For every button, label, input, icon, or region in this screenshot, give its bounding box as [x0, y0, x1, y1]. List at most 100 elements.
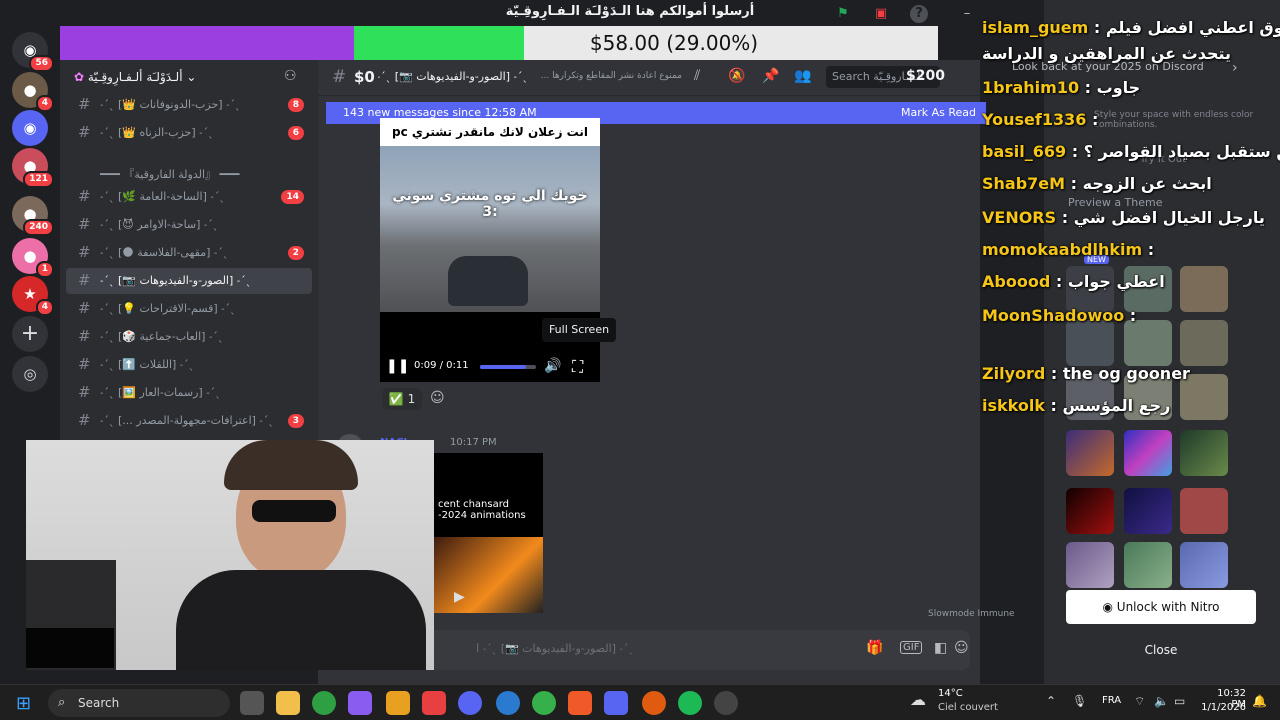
- guild-name[interactable]: ✿ ألـدَوْلـَة ألـفـارِوقِـيّة ⌄: [74, 70, 274, 84]
- file-explorer-icon[interactable]: [276, 691, 300, 715]
- channel-item[interactable]: # ˎˊ˗ [الساحة-العامة 🌿] ˎˊ˗ 14: [66, 184, 312, 210]
- channel-item[interactable]: # ˎˊ˗ [مقهى-الفلاسفة 🌑] ˎˊ˗ 2: [66, 240, 312, 266]
- chat-username[interactable]: islam_guem: [982, 18, 1088, 37]
- gift-icon[interactable]: 🎁: [866, 640, 883, 656]
- add-member-icon[interactable]: ⚇: [284, 68, 297, 84]
- chat-username[interactable]: Zilyord: [982, 364, 1045, 383]
- add-reaction-icon[interactable]: ☺: [430, 390, 445, 406]
- server-avatar[interactable]: ● 240: [12, 196, 54, 236]
- members-icon[interactable]: 👥: [794, 68, 811, 84]
- ea-icon[interactable]: [642, 691, 666, 715]
- app-icon[interactable]: [422, 691, 446, 715]
- channel-item[interactable]: # ˎˊ˗ [رسمات-العار 🖼️] ˎˊ˗: [66, 380, 312, 406]
- pin-icon[interactable]: 📌: [762, 68, 779, 84]
- chat-text: فاروق اعطني افضل فيلم: [1105, 18, 1280, 37]
- battery-icon[interactable]: ▭: [1174, 694, 1185, 708]
- app-icon[interactable]: [458, 691, 482, 715]
- volume-tray-icon[interactable]: 🔈: [1154, 694, 1169, 708]
- threads-icon[interactable]: ⫽: [694, 68, 700, 84]
- pause-icon[interactable]: ❚❚: [386, 358, 409, 374]
- theme-tile[interactable]: [1124, 430, 1172, 476]
- fullscreen-tooltip: Full Screen: [542, 318, 616, 342]
- explore-icon[interactable]: ◎: [12, 356, 48, 392]
- store-icon[interactable]: [386, 691, 410, 715]
- server-avatar[interactable]: ● 121: [12, 148, 54, 188]
- channel-item[interactable]: # ˎˊ˗ [قسم-الاقتراحات 💡] ˎˊ˗: [66, 296, 312, 322]
- video-player[interactable]: انت زعلان لانك مانقدر تشتري pc خويك الي …: [380, 118, 600, 382]
- channel-item[interactable]: # ˎˊ˗ [اعترافات-مجهولة-المصدر ...] ˎˊ˗ 3: [66, 408, 312, 434]
- help-icon[interactable]: ?: [910, 5, 928, 23]
- theme-tile[interactable]: [1180, 488, 1228, 534]
- chat-username[interactable]: Aboood: [982, 272, 1050, 291]
- channel-item[interactable]: # ˎˊ˗ [حزب-الزناه 👑] ˎˊ˗ 6: [66, 120, 312, 146]
- microphone-icon[interactable]: 🎙: [1072, 694, 1087, 708]
- fullscreen-icon[interactable]: ⛶: [572, 357, 583, 377]
- inbox-icon[interactable]: ▣: [872, 5, 890, 23]
- weather-desc: Ciel couvert: [938, 702, 998, 713]
- theme-tile[interactable]: [1066, 488, 1114, 534]
- chat-username[interactable]: basil_669: [982, 142, 1066, 161]
- clock-date[interactable]: 1/1/2026: [1200, 702, 1246, 713]
- language-indicator[interactable]: FRA: [1102, 695, 1121, 706]
- video-progress-track[interactable]: [480, 365, 536, 369]
- chat-username[interactable]: Shab7eM: [982, 174, 1065, 193]
- taskbar-search[interactable]: ⌕ Search: [48, 689, 230, 717]
- volume-icon[interactable]: 🔊: [544, 358, 561, 374]
- app-icon[interactable]: [532, 691, 556, 715]
- notification-icon[interactable]: 🔔: [1252, 694, 1267, 708]
- channel-item[interactable]: # ˎˊ˗ [العاب-جماعية 🎲] ˎˊ˗: [66, 324, 312, 350]
- channel-item[interactable]: # ˎˊ˗ [اللقلات ⬆️] ˎˊ˗: [66, 352, 312, 378]
- chat-message: Zilyord : the og gooner: [982, 364, 1190, 392]
- copilot-icon[interactable]: [348, 691, 372, 715]
- server-avatar[interactable]: ● 1: [12, 238, 54, 278]
- spotify-icon[interactable]: [678, 691, 702, 715]
- server-avatar[interactable]: ★ 4: [12, 276, 54, 316]
- chat-username[interactable]: Yousef1336: [982, 110, 1086, 129]
- close-button[interactable]: Close: [1066, 638, 1256, 662]
- home-discord-icon[interactable]: ◉ 56: [12, 32, 54, 72]
- brave-icon[interactable]: [568, 691, 592, 715]
- message-input[interactable]: ˎˊ˗ [الصور-و-الفيديوهات 📷] ˎˊ˗ ا: [434, 642, 634, 655]
- mark-as-read-button[interactable]: Mark As Read: [901, 102, 976, 124]
- chat-username[interactable]: VENORS: [982, 208, 1056, 227]
- minimize-icon[interactable]: –: [958, 5, 976, 23]
- channel-item[interactable]: # ˎˊ˗ [حزب-الدونوفانات 👑] ˎˊ˗ 8: [66, 92, 312, 118]
- chat-message: MoonShadowoo :: [982, 306, 1136, 334]
- theme-tile[interactable]: [1180, 542, 1228, 588]
- edge-icon[interactable]: [496, 691, 520, 715]
- weather-icon[interactable]: ☁: [910, 690, 926, 709]
- sticker-icon[interactable]: ◧: [934, 640, 947, 656]
- add-server-icon[interactable]: +: [12, 316, 48, 352]
- theme-tile[interactable]: [1124, 542, 1172, 588]
- theme-tile[interactable]: [1066, 542, 1114, 588]
- tray-chevron-icon[interactable]: ⌃: [1046, 694, 1056, 708]
- obs-icon[interactable]: [714, 691, 738, 715]
- discord-taskbar-icon[interactable]: [604, 691, 628, 715]
- theme-tile[interactable]: [1124, 488, 1172, 534]
- xbox-icon[interactable]: [312, 691, 336, 715]
- reaction-chip[interactable]: ✅ 1: [382, 388, 422, 410]
- play-icon[interactable]: ▶: [454, 589, 465, 605]
- channel-item[interactable]: # ˎˊ˗ [ساحة-الاوامر 😈] ˎˊ˗: [66, 212, 312, 238]
- theme-tile[interactable]: [1066, 430, 1114, 476]
- wifi-icon[interactable]: ⌔: [1134, 694, 1145, 709]
- video-frame[interactable]: خويك الي توه مشتري سوني 3:: [380, 146, 600, 312]
- task-view-icon[interactable]: [240, 691, 264, 715]
- channel-item[interactable]: # ˎˊ˗ [الصور-و-الفيديوهات 📷] ˎˊ˗: [66, 268, 312, 294]
- server-avatar[interactable]: ● 4: [12, 72, 54, 112]
- goal-left: $0: [354, 68, 375, 86]
- theme-tile[interactable]: [1180, 430, 1228, 476]
- unlock-nitro-button[interactable]: ◉ Unlock with Nitro: [1066, 590, 1256, 624]
- windows-start-icon[interactable]: ⊞: [16, 693, 31, 714]
- server-discord[interactable]: ◉: [12, 110, 48, 146]
- chat-username[interactable]: 1brahim10: [982, 78, 1079, 97]
- flag-icon[interactable]: ⚑: [834, 5, 852, 23]
- gif-icon[interactable]: GIF: [900, 641, 923, 654]
- chat-username[interactable]: iskkolk: [982, 396, 1045, 415]
- video-attachment[interactable]: cent chansard -2024 animations ▶: [432, 453, 543, 613]
- emoji-icon[interactable]: ☺: [954, 640, 969, 656]
- mute-icon[interactable]: 🔕: [728, 68, 745, 84]
- chat-username[interactable]: MoonShadowoo: [982, 306, 1124, 325]
- channel-item[interactable]: ━━━ 『الدولة الفاروقية』 ━━━: [66, 160, 312, 186]
- chat-username[interactable]: momokaabdlhkim: [982, 240, 1142, 259]
